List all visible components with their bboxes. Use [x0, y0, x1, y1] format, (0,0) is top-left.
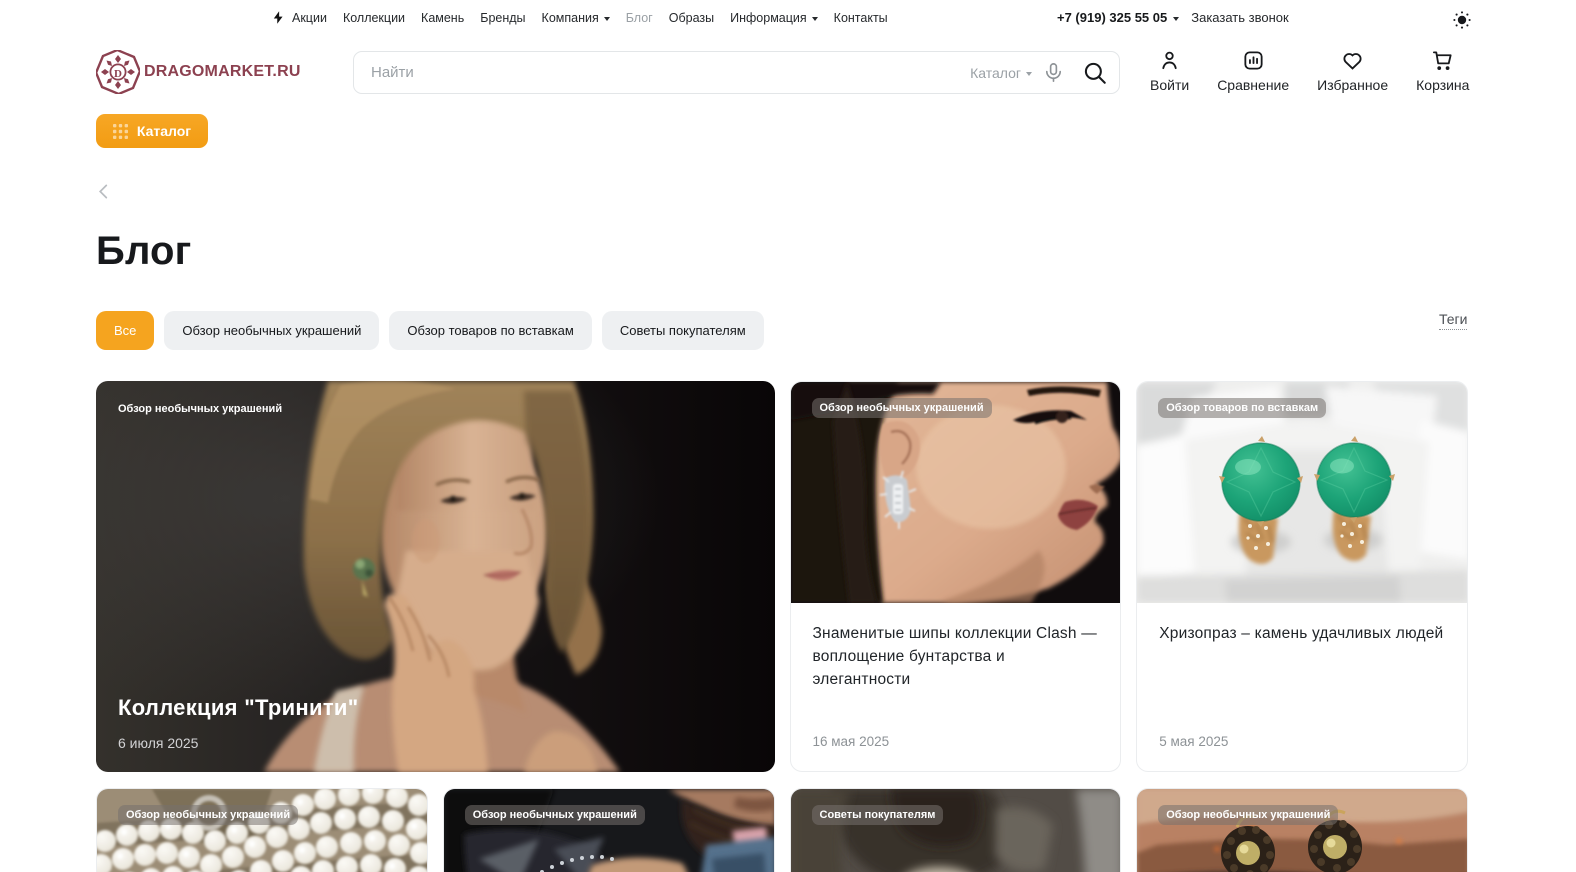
svg-text:D: D	[114, 68, 122, 80]
